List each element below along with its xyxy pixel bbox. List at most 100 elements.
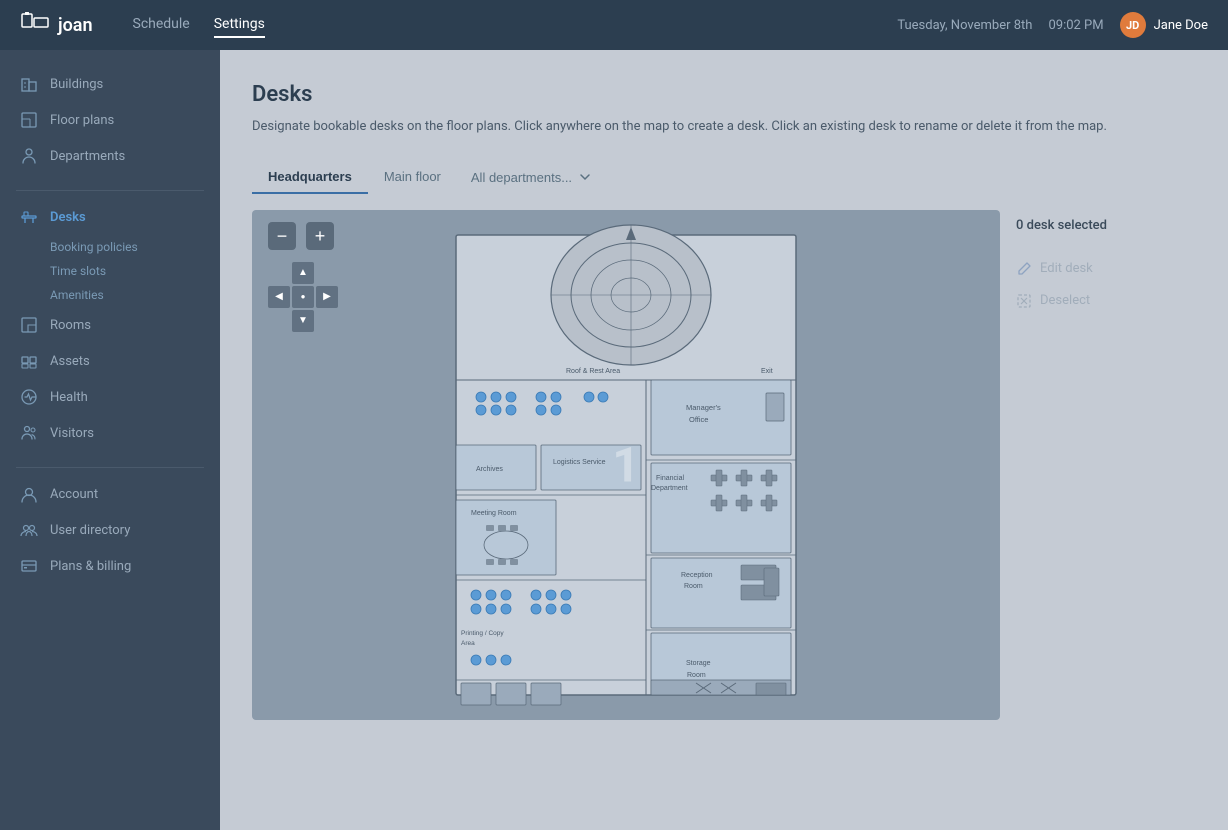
navbar: joan Schedule Settings Tuesday, November… <box>0 0 1228 50</box>
sidebar-item-billing[interactable]: Plans & billing <box>0 548 220 584</box>
user-directory-label: User directory <box>50 523 130 538</box>
sidebar-divider-2 <box>16 467 204 468</box>
tabs-bar: Headquarters Main floor All departments.… <box>252 161 1196 194</box>
sidebar-item-assets[interactable]: Assets <box>0 343 220 379</box>
user-menu[interactable]: JD Jane Doe <box>1120 12 1208 38</box>
zoom-minus-button[interactable]: − <box>268 222 296 250</box>
datetime: Tuesday, November 8th 09:02 PM <box>897 18 1103 33</box>
avatar: JD <box>1120 12 1146 38</box>
svg-text:Office: Office <box>689 415 708 424</box>
main-layout: Buildings Floor plans Departments <box>0 50 1228 830</box>
account-icon <box>20 485 38 503</box>
time-display: 09:02 PM <box>1048 18 1103 33</box>
sidebar-item-health[interactable]: Health <box>0 379 220 415</box>
sidebar-section-2: Desks Booking policies Time slots Amenit… <box>0 199 220 459</box>
all-departments-label: All departments... <box>471 170 572 185</box>
visitors-icon <box>20 424 38 442</box>
health-label: Health <box>50 390 88 405</box>
svg-text:Financial: Financial <box>656 475 684 482</box>
billing-label: Plans & billing <box>50 559 131 574</box>
pan-up-button[interactable]: ▲ <box>292 262 314 284</box>
svg-text:Department: Department <box>651 485 688 492</box>
svg-text:Manager's: Manager's <box>686 403 721 412</box>
sidebar-section-3: Account User directory Plans & b <box>0 476 220 592</box>
sidebar-item-visitors[interactable]: Visitors <box>0 415 220 451</box>
svg-text:Reception: Reception <box>681 572 713 579</box>
svg-text:Room: Room <box>684 583 703 590</box>
sidebar: Buildings Floor plans Departments <box>0 50 220 830</box>
right-panel: 0 desk selected Edit desk Deselect <box>1016 210 1196 317</box>
svg-text:Storage: Storage <box>686 660 711 667</box>
deselect-action[interactable]: Deselect <box>1016 285 1196 317</box>
userdirectory-icon <box>20 521 38 539</box>
sidebar-divider-1 <box>16 190 204 191</box>
pan-right-button[interactable]: ▶ <box>316 286 338 308</box>
svg-text:Meeting Room: Meeting Room <box>471 510 517 517</box>
departments-icon <box>20 147 38 165</box>
buildings-icon <box>20 75 38 93</box>
chevron-down-icon <box>578 170 592 184</box>
zoom-plus-button[interactable]: + <box>306 222 334 250</box>
sidebar-item-desks[interactable]: Desks <box>0 199 220 235</box>
tab-main-floor[interactable]: Main floor <box>368 161 457 194</box>
buildings-label: Buildings <box>50 77 103 92</box>
visitors-label: Visitors <box>50 426 94 441</box>
user-initials: JD <box>1126 19 1139 32</box>
sidebar-sub-booking-policies[interactable]: Booking policies <box>50 235 220 259</box>
rooms-label: Rooms <box>50 318 91 333</box>
svg-text:Roof & Rest Area: Roof & Rest Area <box>566 368 620 375</box>
desks-icon <box>20 208 38 226</box>
edit-desk-action[interactable]: Edit desk <box>1016 253 1196 285</box>
nav-schedule[interactable]: Schedule <box>133 12 190 38</box>
edit-desk-icon <box>1016 261 1032 277</box>
sidebar-sub-amenities[interactable]: Amenities <box>50 283 220 307</box>
floorplans-icon <box>20 111 38 129</box>
floor-plan-svg[interactable]: Roof & Rest Area Exit <box>426 215 826 715</box>
page-description: Designate bookable desks on the floor pl… <box>252 117 1196 137</box>
sidebar-item-floorplans[interactable]: Floor plans <box>0 102 220 138</box>
sidebar-item-buildings[interactable]: Buildings <box>0 66 220 102</box>
edit-desk-label: Edit desk <box>1040 261 1093 276</box>
floorplan-svg[interactable]: Roof & Rest Area Exit <box>252 210 1000 720</box>
billing-icon <box>20 557 38 575</box>
rooms-icon <box>20 316 38 334</box>
floorplan-container[interactable]: − + ▲ ◀ ● ▶ ▼ 1 <box>252 210 1000 720</box>
deselect-label: Deselect <box>1040 293 1090 308</box>
sidebar-sub-time-slots[interactable]: Time slots <box>50 259 220 283</box>
pan-left-button[interactable]: ◀ <box>268 286 290 308</box>
date-display: Tuesday, November 8th <box>897 18 1032 33</box>
assets-label: Assets <box>50 354 90 369</box>
floorplan-wrapper: − + ▲ ◀ ● ▶ ▼ 1 <box>252 210 1196 720</box>
logo-text: joan <box>58 15 93 36</box>
content-area: Desks Designate bookable desks on the fl… <box>220 50 1228 830</box>
sidebar-section-1: Buildings Floor plans Departments <box>0 66 220 182</box>
sidebar-item-departments[interactable]: Departments <box>0 138 220 174</box>
sidebar-item-user-directory[interactable]: User directory <box>0 512 220 548</box>
sidebar-item-rooms[interactable]: Rooms <box>0 307 220 343</box>
user-name: Jane Doe <box>1154 18 1208 33</box>
tab-all-departments[interactable]: All departments... <box>457 162 606 193</box>
svg-text:Printing / Copy: Printing / Copy <box>461 630 504 637</box>
desks-submenu: Booking policies Time slots Amenities <box>0 235 220 307</box>
deselect-icon <box>1016 293 1032 309</box>
svg-text:Archives: Archives <box>476 466 503 473</box>
desks-label: Desks <box>50 210 86 225</box>
main-nav: Schedule Settings <box>133 12 898 38</box>
nav-settings[interactable]: Settings <box>214 12 265 38</box>
health-icon <box>20 388 38 406</box>
svg-text:Logistics Service: Logistics Service <box>553 459 606 466</box>
departments-label: Departments <box>50 149 125 164</box>
floorplans-label: Floor plans <box>50 113 114 128</box>
logo[interactable]: joan <box>20 10 93 40</box>
pan-center-button[interactable]: ● <box>292 286 314 308</box>
page-title: Desks <box>252 82 1196 107</box>
assets-icon <box>20 352 38 370</box>
pan-down-button[interactable]: ▼ <box>292 310 314 332</box>
account-label: Account <box>50 487 98 502</box>
sidebar-item-account[interactable]: Account <box>0 476 220 512</box>
desk-selected-count: 0 desk selected <box>1016 218 1196 233</box>
svg-text:Room: Room <box>687 672 706 679</box>
tab-headquarters[interactable]: Headquarters <box>252 161 368 194</box>
navbar-right: Tuesday, November 8th 09:02 PM JD Jane D… <box>897 12 1208 38</box>
svg-text:Area: Area <box>461 640 475 647</box>
